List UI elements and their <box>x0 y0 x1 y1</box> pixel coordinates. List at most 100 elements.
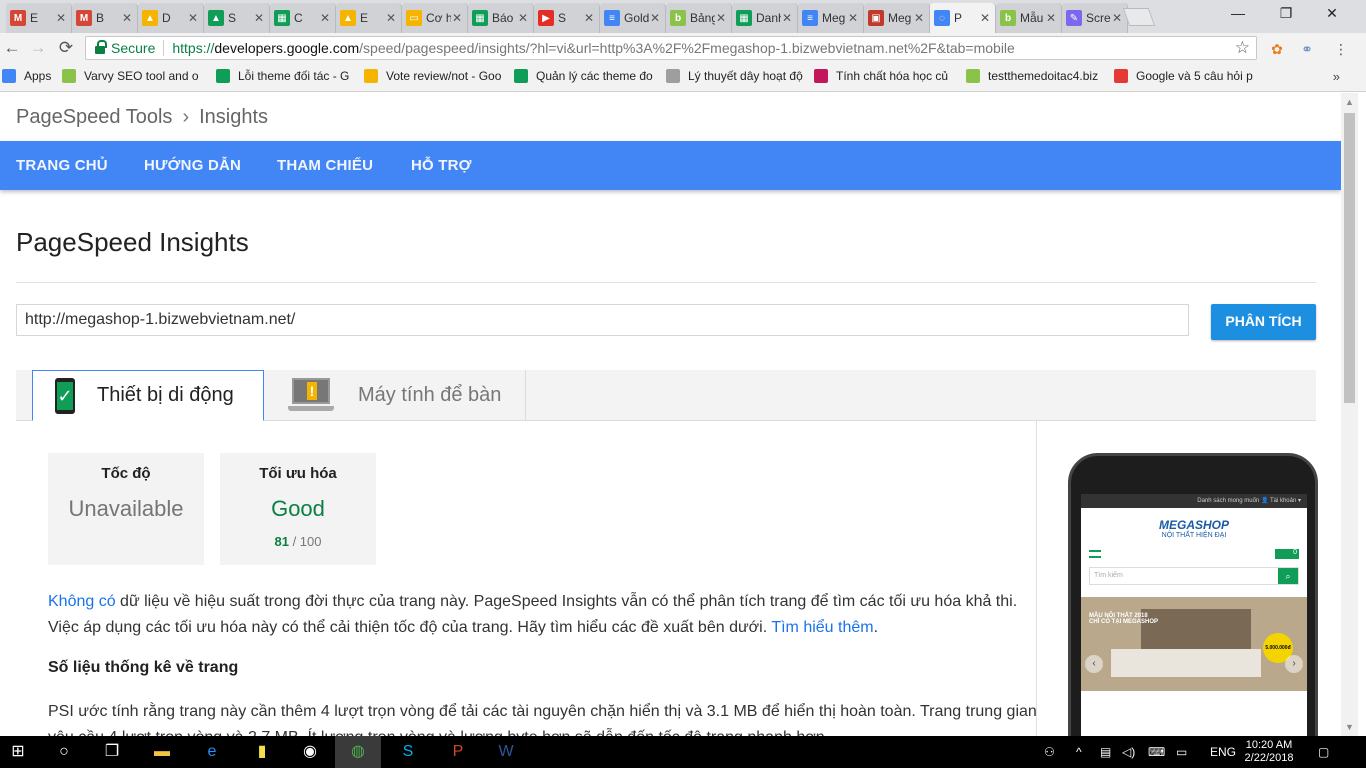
browser-tab[interactable]: ◌ P ✕ <box>930 3 996 33</box>
browser-tab[interactable]: ✎ Scre ✕ <box>1062 3 1128 33</box>
cortana-icon[interactable]: ○ <box>52 740 76 764</box>
nav-item-guides[interactable]: HƯỚNG DẪN <box>144 157 241 174</box>
browser-tab[interactable]: ≡ Meg ✕ <box>798 3 864 33</box>
bookmark-item[interactable]: Tính chất hóa học củ <box>814 69 962 83</box>
browser-toolbar: ← → ⟳ Secure https:// developers.google.… <box>0 33 1366 63</box>
file-explorer-icon[interactable]: ▬ <box>150 740 174 764</box>
chrome-menu-icon[interactable]: ⋮ <box>1332 40 1350 58</box>
windows-start-icon[interactable]: ⊞ <box>6 740 30 764</box>
close-tab-icon[interactable]: ✕ <box>583 11 595 25</box>
browser-tab[interactable]: ▭ Cơ h ✕ <box>402 3 468 33</box>
close-tab-icon[interactable]: ✕ <box>253 11 265 25</box>
extension-icon[interactable]: ✿ <box>1268 40 1286 58</box>
close-window-button[interactable]: ✕ <box>1312 5 1352 25</box>
close-tab-icon[interactable]: ✕ <box>715 11 727 25</box>
bookmark-label: Tính chất hóa học củ <box>836 69 949 83</box>
close-tab-icon[interactable]: ✕ <box>781 11 793 25</box>
bookmark-item[interactable]: Vote review/not - Goo <box>364 69 510 83</box>
sticky-notes-icon[interactable]: ▮ <box>250 740 274 764</box>
app-icon[interactable]: ◉ <box>298 740 322 764</box>
close-tab-icon[interactable]: ✕ <box>451 11 463 25</box>
breadcrumb-current[interactable]: Insights <box>199 106 268 129</box>
forward-arrow-icon[interactable]: → <box>28 38 48 58</box>
close-tab-icon[interactable]: ✕ <box>649 11 661 25</box>
bookmark-item[interactable]: Lỗi theme đối tác - G <box>216 69 360 83</box>
browser-tab[interactable]: ▲ D ✕ <box>138 3 204 33</box>
browser-tab-title: Cơ h <box>426 11 451 25</box>
browser-tab[interactable]: b Mẫu ✕ <box>996 3 1062 33</box>
close-tab-icon[interactable]: ✕ <box>847 11 859 25</box>
back-arrow-icon[interactable]: ← <box>2 38 22 58</box>
browser-tab[interactable]: b Bảng✕ <box>666 3 732 33</box>
browser-tab[interactable]: ▲ S ✕ <box>204 3 270 33</box>
maximize-button[interactable]: ❐ <box>1266 5 1306 25</box>
browser-tab[interactable]: ▦ Danh✕ <box>732 3 798 33</box>
bookmark-star-icon[interactable]: ☆ <box>1235 38 1250 58</box>
bookmark-item[interactable]: testthemedoitac4.biz <box>966 69 1110 83</box>
notifications-icon[interactable]: ▢ <box>1318 736 1329 768</box>
bookmark-item[interactable]: Google và 5 câu hỏi p <box>1114 69 1264 83</box>
powerpoint-icon[interactable]: P <box>446 740 470 764</box>
close-tab-icon[interactable]: ✕ <box>913 11 925 25</box>
bizweb-icon: b <box>1000 10 1016 26</box>
chrome-icon[interactable]: ◍ <box>335 736 381 768</box>
minimize-button[interactable]: — <box>1218 5 1258 25</box>
scroll-up-icon[interactable]: ▲ <box>1345 97 1354 107</box>
breadcrumb-root-link[interactable]: PageSpeed Tools <box>16 106 172 129</box>
sheets-icon <box>216 69 230 83</box>
word-icon[interactable]: W <box>494 740 518 764</box>
close-tab-icon[interactable]: ✕ <box>187 11 199 25</box>
page-scrollbar[interactable]: ▲ ▼ <box>1341 93 1358 736</box>
browser-tab[interactable]: ▦ C ✕ <box>270 3 336 33</box>
bookmark-item[interactable]: Apps <box>2 69 58 83</box>
nav-item-home[interactable]: TRANG CHỦ <box>16 157 108 174</box>
address-bar[interactable]: Secure https:// developers.google.com /s… <box>85 36 1257 60</box>
tray-chevron-icon[interactable]: ^ <box>1076 736 1082 768</box>
volume-icon[interactable]: ◁) <box>1122 736 1135 768</box>
extension-icon[interactable]: ⚭ <box>1298 40 1316 58</box>
reload-icon[interactable]: ⟳ <box>56 38 76 58</box>
browser-tab[interactable]: ▶ S ✕ <box>534 3 600 33</box>
browser-tab[interactable]: ▲ E ✕ <box>336 3 402 33</box>
bookmark-item[interactable]: Lý thuyết dây hoạt độ <box>666 69 810 83</box>
bookmark-item[interactable]: Varvy SEO tool and o <box>62 69 212 83</box>
no-data-link[interactable]: Không có <box>48 593 116 610</box>
tab-desktop[interactable]: ! Máy tính để bàn <box>264 370 526 421</box>
new-tab-button[interactable] <box>1122 8 1156 26</box>
learn-more-link[interactable]: Tìm hiểu thêm <box>771 619 873 636</box>
close-tab-icon[interactable]: ✕ <box>385 11 397 25</box>
account-icon[interactable] <box>1172 5 1212 25</box>
close-tab-icon[interactable]: ✕ <box>517 11 529 25</box>
close-tab-icon[interactable]: ✕ <box>319 11 331 25</box>
keyboard-icon[interactable]: ⌨ <box>1148 736 1165 768</box>
edge-icon[interactable]: e <box>200 740 224 764</box>
nav-item-support[interactable]: HỖ TRỢ <box>411 157 472 174</box>
display-icon[interactable]: ▭ <box>1176 736 1187 768</box>
close-tab-icon[interactable]: ✕ <box>979 11 991 25</box>
close-tab-icon[interactable]: ✕ <box>55 11 67 25</box>
bookmarks-overflow-icon[interactable]: » <box>1333 69 1340 84</box>
url-input[interactable]: http://megashop-1.bizwebvietnam.net/ <box>16 304 1189 336</box>
bookmark-label: Quản lý các theme đo <box>536 69 653 83</box>
scroll-down-icon[interactable]: ▼ <box>1345 722 1354 732</box>
close-tab-icon[interactable]: ✕ <box>1045 11 1057 25</box>
browser-tab[interactable]: M B ✕ <box>72 3 138 33</box>
bookmark-label: Varvy SEO tool and o <box>84 69 199 83</box>
close-tab-icon[interactable]: ✕ <box>121 11 133 25</box>
skype-icon[interactable]: S <box>396 740 420 764</box>
browser-tab[interactable]: M E ✕ <box>6 3 72 33</box>
scroll-thumb[interactable] <box>1344 113 1355 403</box>
task-view-icon[interactable]: ❐ <box>100 740 124 764</box>
nav-item-reference[interactable]: THAM CHIẾU <box>277 157 373 174</box>
analyze-button[interactable]: PHÂN TÍCH <box>1211 304 1316 340</box>
browser-tab[interactable]: ▦ Báo ✕ <box>468 3 534 33</box>
browser-tab[interactable]: ▣ Meg ✕ <box>864 3 930 33</box>
browser-tab[interactable]: ≡ Gold ✕ <box>600 3 666 33</box>
language-indicator[interactable]: ENG <box>1210 736 1236 768</box>
close-tab-icon[interactable]: ✕ <box>1111 11 1123 25</box>
bookmark-item[interactable]: Quản lý các theme đo <box>514 69 662 83</box>
people-icon[interactable]: ⚇ <box>1044 736 1055 768</box>
network-icon[interactable]: ▤ <box>1100 736 1111 768</box>
tab-mobile[interactable]: ✓ Thiết bị di động <box>32 370 264 421</box>
clock[interactable]: 10:20 AM 2/22/2018 <box>1236 739 1302 765</box>
